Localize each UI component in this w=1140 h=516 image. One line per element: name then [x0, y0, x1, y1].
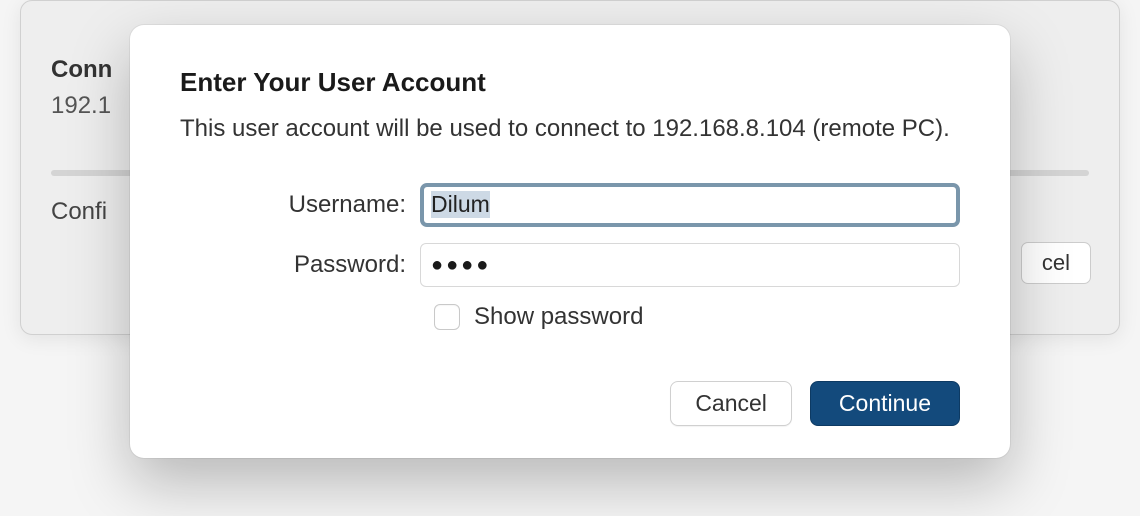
username-row: Username: Dilum: [180, 183, 960, 227]
username-label: Username:: [180, 191, 420, 219]
bg-cancel-button-partial[interactable]: cel: [1021, 242, 1091, 284]
password-label: Password:: [180, 251, 420, 279]
show-password-checkbox[interactable]: [434, 304, 460, 330]
button-row: Cancel Continue: [180, 381, 960, 426]
username-value: Dilum: [431, 191, 490, 218]
user-account-modal: Enter Your User Account This user accoun…: [130, 25, 1010, 458]
modal-title: Enter Your User Account: [180, 67, 960, 98]
password-row: Password: ●●●●: [180, 243, 960, 287]
modal-description: This user account will be used to connec…: [180, 112, 960, 147]
cancel-button[interactable]: Cancel: [670, 381, 792, 426]
username-input[interactable]: Dilum: [420, 183, 960, 227]
show-password-label: Show password: [474, 303, 643, 331]
password-input[interactable]: ●●●●: [420, 243, 960, 287]
password-mask: ●●●●: [431, 254, 491, 276]
continue-button[interactable]: Continue: [810, 381, 960, 426]
show-password-row: Show password: [434, 303, 960, 331]
